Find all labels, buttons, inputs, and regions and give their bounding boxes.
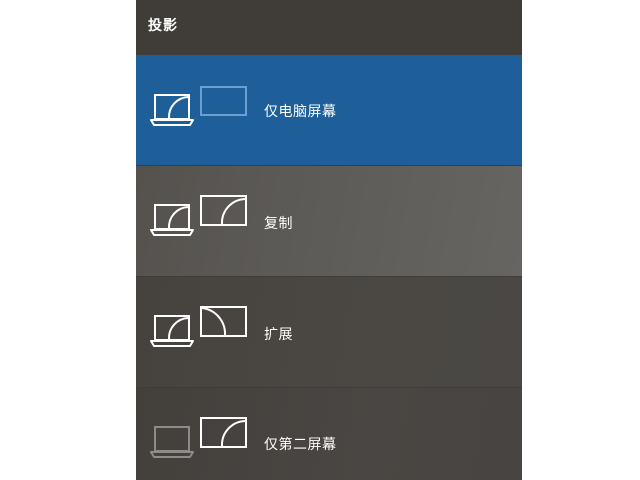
panel-header: 投影 [136, 0, 522, 55]
option-label: 仅电脑屏幕 [264, 104, 337, 120]
option-extend[interactable]: 扩展 [136, 277, 522, 387]
panel-title: 投影 [148, 18, 178, 34]
duplicate-icon [150, 195, 247, 236]
project-panel: 投影 仅电脑屏幕 复制 扩展 仅第二屏幕 [136, 0, 522, 480]
option-pc-screen-only[interactable]: 仅电脑屏幕 [136, 55, 522, 165]
option-label: 复制 [264, 216, 293, 232]
option-second-screen-only[interactable]: 仅第二屏幕 [136, 388, 522, 480]
second-screen-only-icon [150, 417, 247, 458]
option-label: 仅第二屏幕 [264, 437, 337, 453]
option-duplicate[interactable]: 复制 [136, 166, 522, 276]
option-label: 扩展 [264, 327, 293, 343]
pc-screen-only-icon [150, 86, 247, 126]
extend-icon [150, 306, 247, 347]
